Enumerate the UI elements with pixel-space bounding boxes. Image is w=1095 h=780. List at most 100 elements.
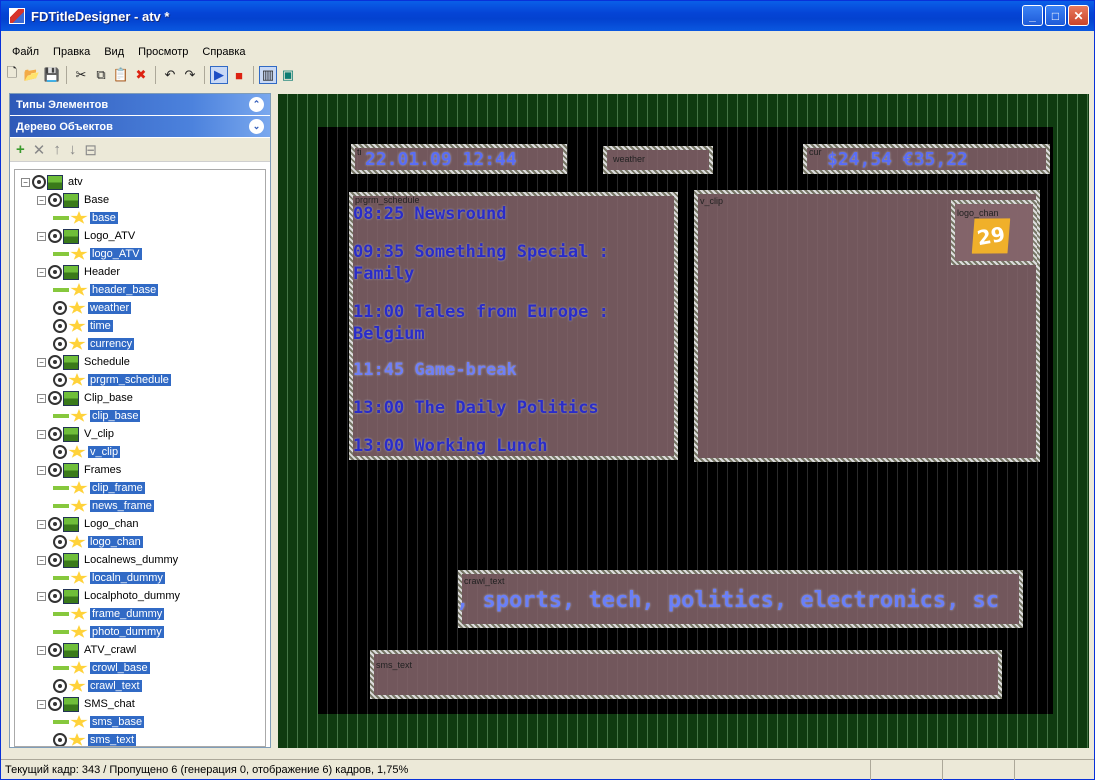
move-up-icon[interactable]: ↑ [53, 141, 61, 158]
collapse-toggle-icon[interactable]: − [37, 699, 46, 709]
visibility-icon[interactable] [48, 229, 62, 243]
visibility-icon[interactable] [48, 589, 62, 603]
visibility-icon[interactable] [48, 463, 62, 477]
tree-item-frames[interactable]: − Frames [37, 461, 123, 479]
collapse-toggle-icon[interactable]: − [37, 231, 46, 241]
element-types-header[interactable]: Типы Элементов ⌃ [10, 94, 270, 116]
visibility-icon[interactable] [48, 427, 62, 441]
tree-item-header[interactable]: − Header [37, 263, 122, 281]
stop-icon[interactable]: ■ [230, 66, 248, 84]
logo-chan-element[interactable]: logo_chan 29 [951, 200, 1037, 265]
object-tree-header[interactable]: Дерево Объектов ⌄ [10, 116, 270, 138]
visibility-icon[interactable] [53, 337, 67, 351]
menu-help[interactable]: Справка [195, 43, 252, 61]
visibility-icon[interactable] [48, 355, 62, 369]
title-bar[interactable]: FDTitleDesigner - atv * _ □ ✕ [1, 1, 1094, 31]
visibility-icon[interactable] [48, 517, 62, 531]
cut-icon[interactable]: ✂ [72, 66, 90, 84]
visibility-icon[interactable] [53, 679, 67, 693]
collapse-toggle-icon[interactable]: − [37, 357, 46, 367]
collapse-toggle-icon[interactable]: − [37, 429, 46, 439]
tree-item-sms_text[interactable]: sms_text [53, 731, 137, 746]
undo-icon[interactable]: ↶ [161, 66, 179, 84]
tree-item-crawl_text[interactable]: crawl_text [53, 677, 142, 695]
expand-icon[interactable]: ⌄ [249, 119, 264, 134]
tree-item-crowl_base[interactable]: crowl_base [53, 659, 150, 677]
collapse-toggle-icon[interactable]: − [37, 645, 46, 655]
tree-item-time[interactable]: time [53, 317, 113, 335]
play-icon[interactable]: ▶ [210, 66, 228, 84]
tree-item-atv[interactable]: − atv [21, 173, 85, 191]
weather-element[interactable]: weather [603, 146, 713, 174]
visibility-icon[interactable] [48, 553, 62, 567]
sms-element[interactable]: sms_text [370, 650, 1002, 699]
collapse-toggle-icon[interactable]: − [37, 393, 46, 403]
visibility-icon[interactable] [53, 733, 67, 746]
tree-item-weather[interactable]: weather [53, 299, 132, 317]
save-icon[interactable]: 💾 [43, 66, 61, 84]
collapse-icon[interactable]: ⌃ [249, 97, 264, 112]
tree-item-sms_base[interactable]: sms_base [53, 713, 145, 731]
tree-item-clip_frame[interactable]: clip_frame [53, 479, 145, 497]
visibility-icon[interactable] [53, 301, 67, 315]
tree-item-v_clip[interactable]: − V_clip [37, 425, 116, 443]
tree-item-schedule[interactable]: − Schedule [37, 353, 132, 371]
minimize-button[interactable]: _ [1022, 5, 1043, 26]
tree-item-localnews_dummy[interactable]: − Localnews_dummy [37, 551, 180, 569]
tree-item-sms_chat[interactable]: − SMS_chat [37, 695, 137, 713]
collapse-toggle-icon[interactable]: − [21, 177, 30, 187]
maximize-button[interactable]: □ [1045, 5, 1066, 26]
collapse-toggle-icon[interactable]: − [37, 267, 46, 277]
visibility-icon[interactable] [48, 697, 62, 711]
visibility-icon[interactable] [53, 373, 67, 387]
tree-item-v_clip[interactable]: v_clip [53, 443, 121, 461]
visibility-icon[interactable] [48, 265, 62, 279]
open-folder-icon[interactable]: 📂 [23, 66, 41, 84]
collapse-toggle-icon[interactable]: − [37, 519, 46, 529]
new-file-icon[interactable]: 🗋 [3, 65, 21, 84]
menu-view[interactable]: Вид [97, 43, 131, 61]
collapse-toggle-icon[interactable]: − [37, 465, 46, 475]
tree-item-logo_chan[interactable]: − Logo_chan [37, 515, 140, 533]
frame-icon[interactable]: ▣ [279, 66, 297, 84]
visibility-icon[interactable] [32, 175, 46, 189]
tree-item-prgrm_schedule[interactable]: prgrm_schedule [53, 371, 171, 389]
tree-item-logo_atv[interactable]: logo_ATV [53, 245, 142, 263]
crawl-element[interactable]: crawl_text , sports, tech, politics, ele… [456, 570, 1023, 628]
tree-item-logo_atv[interactable]: − Logo_ATV [37, 227, 137, 245]
tree-item-logo_chan[interactable]: logo_chan [53, 533, 143, 551]
design-canvas[interactable]: ti 22.01.09 12:44 weather cur $24,54 €35… [278, 94, 1089, 748]
tree-item-clip_base[interactable]: − Clip_base [37, 389, 135, 407]
object-tree[interactable]: − atv − Base base − Logo_ATV logo_ATV − Header hea… [14, 169, 266, 747]
menu-file[interactable]: Файл [5, 43, 46, 61]
visibility-icon[interactable] [48, 643, 62, 657]
collapse-toggle-icon[interactable]: − [37, 555, 46, 565]
add-icon[interactable]: + [16, 141, 25, 158]
tree-item-localn_dummy[interactable]: localn_dummy [53, 569, 165, 587]
visibility-icon[interactable] [53, 535, 67, 549]
collapse-toggle-icon[interactable]: − [37, 195, 46, 205]
visibility-icon[interactable] [48, 193, 62, 207]
paste-icon[interactable]: 📋 [112, 66, 130, 84]
tree-item-atv_crawl[interactable]: − ATV_crawl [37, 641, 138, 659]
tree-item-header_base[interactable]: header_base [53, 281, 159, 299]
tree-item-clip_base[interactable]: clip_base [53, 407, 141, 425]
delete-icon[interactable]: ✖ [132, 66, 150, 84]
group-icon[interactable]: ⊟ [84, 141, 97, 159]
visibility-icon[interactable] [53, 445, 67, 459]
move-down-icon[interactable]: ↓ [69, 141, 77, 158]
tree-item-news_frame[interactable]: news_frame [53, 497, 154, 515]
menu-edit[interactable]: Правка [46, 43, 97, 61]
visibility-icon[interactable] [48, 391, 62, 405]
redo-icon[interactable]: ↷ [181, 66, 199, 84]
schedule-element[interactable]: prgrm_schedule 08:25 Newsround 09:35 Some… [349, 192, 678, 460]
close-button[interactable]: ✕ [1068, 5, 1089, 26]
tree-item-photo_dummy[interactable]: photo_dummy [53, 623, 164, 641]
visibility-icon[interactable] [53, 319, 67, 333]
menu-preview[interactable]: Просмотр [131, 43, 195, 61]
copy-icon[interactable]: ⧉ [92, 66, 110, 84]
collapse-toggle-icon[interactable]: − [37, 591, 46, 601]
tree-item-localphoto_dummy[interactable]: − Localphoto_dummy [37, 587, 182, 605]
tree-item-currency[interactable]: currency [53, 335, 135, 353]
tree-item-base[interactable]: base [53, 209, 118, 227]
